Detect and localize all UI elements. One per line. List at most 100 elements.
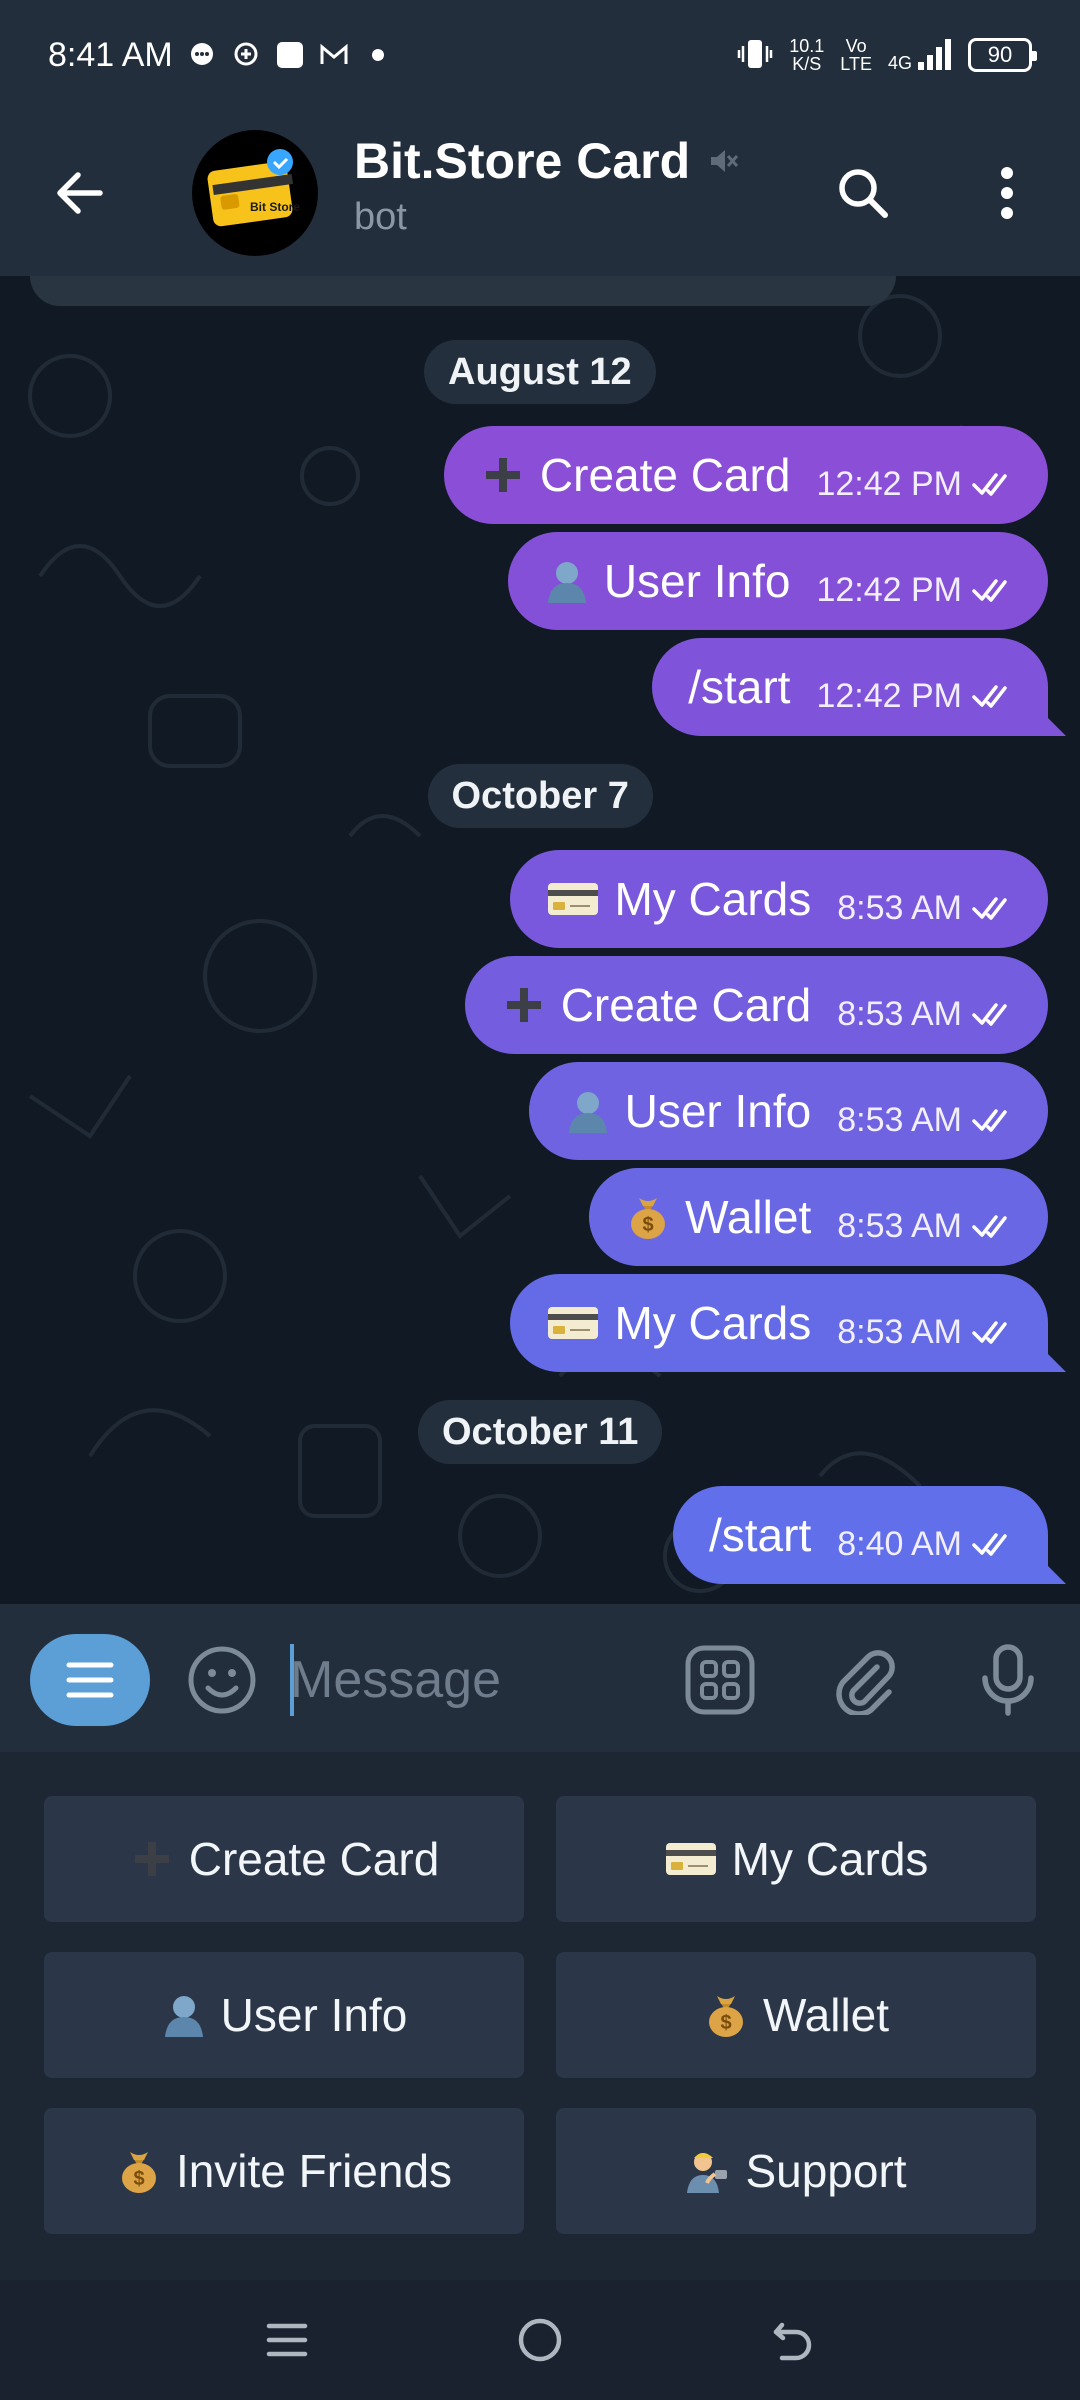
mute-icon: [711, 150, 739, 172]
message-time: 8:53 AM: [837, 995, 1020, 1034]
message-time: 12:42 PM: [816, 465, 1020, 504]
message-body: Wallet: [685, 1191, 812, 1243]
message-text: Create Card: [480, 448, 791, 502]
keyboard-button[interactable]: $ Wallet: [556, 1952, 1036, 2078]
keyboard-button[interactable]: User Info: [44, 1952, 524, 2078]
user-emoji-icon: [565, 1088, 611, 1134]
app-icon: [275, 40, 305, 70]
message-text: /start: [688, 660, 790, 714]
moneybag-emoji-icon: $: [703, 1992, 749, 2038]
chat-title: Bit.Store Card: [354, 133, 691, 189]
chat-title-row: Bit.Store Card: [354, 132, 740, 190]
sticker-button[interactable]: [680, 1640, 760, 1720]
avatar-text: Bit Store: [250, 200, 301, 214]
back-nav-button[interactable]: [753, 2300, 833, 2380]
message-timestamp: 12:42 PM: [816, 464, 962, 503]
outgoing-message[interactable]: My Cards 8:53 AM: [510, 1274, 1048, 1372]
message-input[interactable]: [290, 1640, 650, 1720]
speed-value: 10.1: [789, 36, 825, 56]
input-bar: [0, 1604, 1080, 1752]
keyboard-button[interactable]: Support: [556, 2108, 1036, 2234]
message-timestamp: 12:42 PM: [816, 676, 962, 715]
message-time: 8:53 AM: [837, 1207, 1020, 1246]
keyboard-button[interactable]: $ Invite Friends: [44, 2108, 524, 2234]
recents-button[interactable]: [247, 2300, 327, 2380]
message-body: Create Card: [539, 449, 791, 501]
home-button[interactable]: [500, 2300, 580, 2380]
battery-indicator: 90: [968, 38, 1037, 72]
moneybag-emoji-icon: $: [625, 1194, 671, 1240]
keyboard-button-label: My Cards: [731, 1833, 929, 1885]
outgoing-message[interactable]: /start 12:42 PM: [652, 638, 1048, 736]
outgoing-message[interactable]: My Cards 8:53 AM: [510, 850, 1048, 948]
message-text: User Info: [544, 554, 791, 608]
outgoing-message[interactable]: Create Card 12:42 PM: [443, 426, 1048, 524]
message-timestamp: 8:53 AM: [837, 888, 962, 927]
message-text: Create Card: [501, 978, 811, 1032]
more-button[interactable]: [964, 150, 1050, 236]
message-time: 8:40 AM: [837, 1525, 1020, 1564]
outgoing-message[interactable]: User Info 12:42 PM: [507, 532, 1048, 630]
more-vert-icon: [1001, 167, 1013, 219]
message-timestamp: 8:53 AM: [837, 994, 962, 1033]
dot-icon: [363, 40, 393, 70]
previous-message-edge: [30, 276, 896, 306]
user-emoji-icon: [161, 1992, 207, 2038]
message-body: User Info: [603, 555, 791, 607]
read-checks-icon: [972, 1001, 1020, 1027]
emoji-button[interactable]: [182, 1640, 262, 1720]
keyboard-button-label: Wallet: [762, 1989, 890, 2041]
volte-top: Vo: [845, 36, 867, 56]
keyboard-button-label: Invite Friends: [175, 2145, 453, 2197]
keyboard-button[interactable]: My Cards: [556, 1796, 1036, 1922]
message-text: User Info: [565, 1084, 811, 1138]
outgoing-message[interactable]: User Info 8:53 AM: [528, 1062, 1048, 1160]
status-time: 8:41 AM: [48, 35, 173, 74]
bot-keyboard: Create Card My Cards User Info $ Wallet $ Invi…: [0, 1752, 1080, 2280]
outgoing-message[interactable]: $ Wallet 8:53 AM: [589, 1168, 1048, 1266]
back-button[interactable]: [0, 110, 160, 276]
read-checks-icon: [972, 577, 1020, 603]
speed-unit: K/S: [792, 54, 822, 74]
bot-menu-button[interactable]: [30, 1634, 150, 1726]
chat-area[interactable]: August 12 Create Card 12:42 PM User Info 12:…: [0, 276, 1080, 1604]
home-icon: [518, 2318, 562, 2362]
plus-emoji-icon: [129, 1836, 175, 1882]
location-icon: [231, 40, 261, 70]
read-checks-icon: [972, 1213, 1020, 1239]
message-text: My Cards: [546, 1296, 811, 1350]
svg-text:$: $: [133, 2168, 144, 2190]
network-type: 4G: [887, 53, 912, 73]
battery-level: 90: [987, 42, 1013, 67]
card-emoji-icon: [664, 1836, 718, 1882]
system-nav-bar: [0, 2280, 1080, 2400]
read-checks-icon: [972, 471, 1020, 497]
attach-icon: [836, 1650, 895, 1715]
keyboard-button-label: User Info: [220, 1989, 408, 2041]
vibrate-icon: [737, 36, 773, 75]
message-timestamp: 8:53 AM: [837, 1206, 962, 1245]
message-text: My Cards: [546, 872, 811, 926]
signal-indicator: 4G: [888, 38, 952, 72]
title-block[interactable]: Bit.Store Card bot: [354, 132, 740, 239]
signal-icon: [918, 39, 951, 70]
message-body: /start: [709, 1509, 812, 1561]
user-emoji-icon: [544, 558, 590, 604]
mic-button[interactable]: [968, 1640, 1048, 1720]
outgoing-message[interactable]: Create Card 8:53 AM: [464, 956, 1048, 1054]
avatar[interactable]: Bit Store: [192, 130, 318, 256]
keyboard-button-label: Support: [745, 2145, 907, 2197]
attach-button[interactable]: [824, 1640, 904, 1720]
read-checks-icon: [972, 895, 1020, 921]
chat-subtitle: bot: [354, 196, 407, 238]
keyboard-button-label: Create Card: [188, 1833, 440, 1885]
search-icon: [839, 169, 888, 218]
chat-bubble-icon: [187, 40, 217, 70]
message-time: 8:53 AM: [837, 889, 1020, 928]
speed-indicator: 10.1 K/S: [789, 37, 824, 73]
keyboard-button[interactable]: Create Card: [44, 1796, 524, 1922]
search-button[interactable]: [820, 150, 906, 236]
outgoing-message[interactable]: /start 8:40 AM: [673, 1486, 1048, 1584]
recents-icon: [266, 2323, 307, 2357]
message-body: My Cards: [614, 1297, 812, 1349]
